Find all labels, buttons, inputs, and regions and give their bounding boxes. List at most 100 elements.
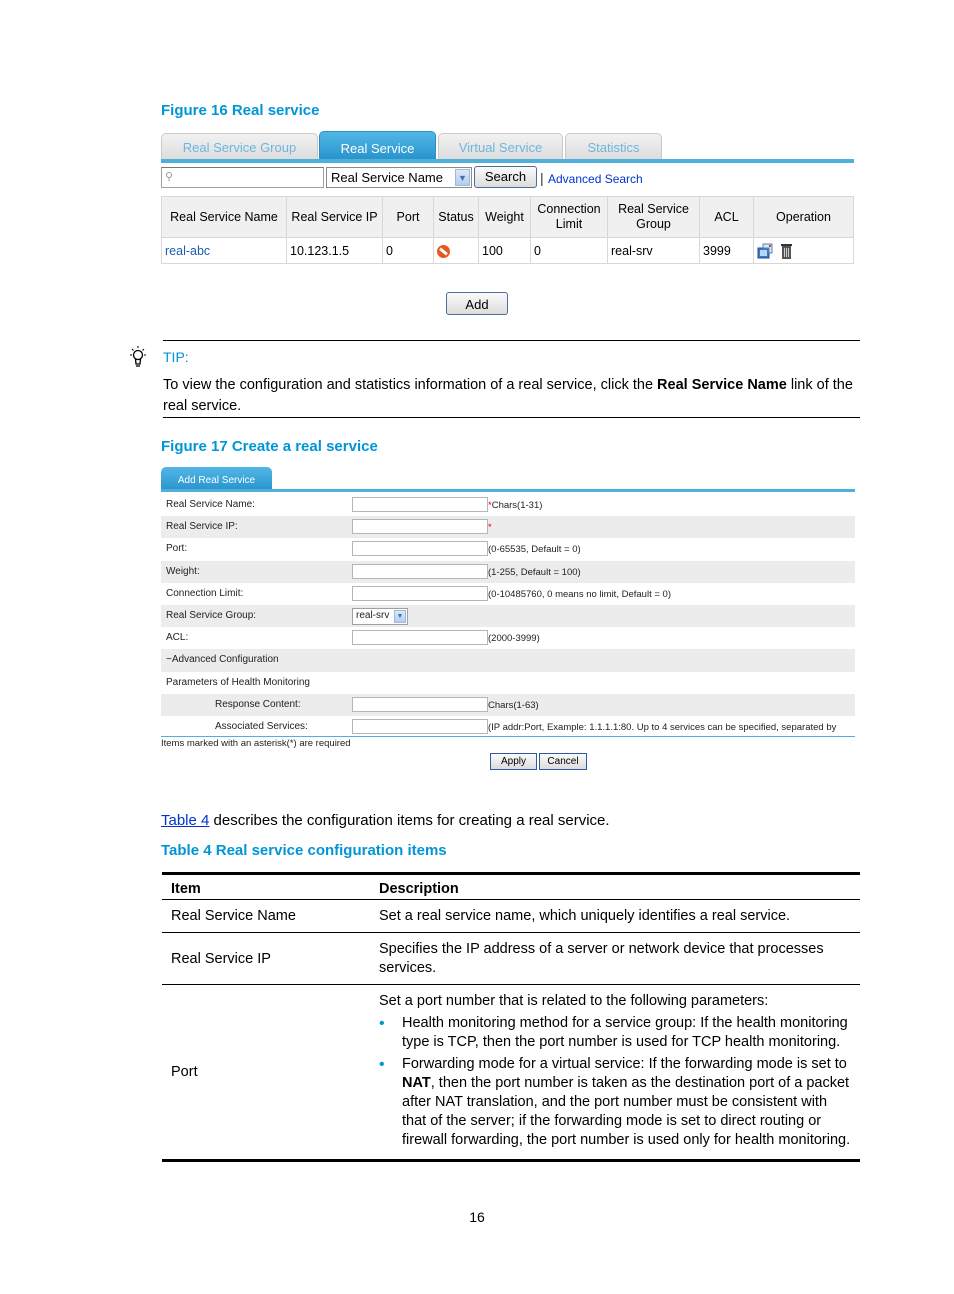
table-row: Real Service IP Specifies the IP address… xyxy=(162,932,860,985)
col-port[interactable]: Port xyxy=(382,196,434,238)
col-description: Description xyxy=(370,872,860,900)
real-service-name-link[interactable]: real-abc xyxy=(165,244,210,258)
bullet-text: , then the port number is taken as the d… xyxy=(402,1075,851,1148)
item-cell: Real Service Name xyxy=(162,899,370,933)
tab-real-service[interactable]: Real Service xyxy=(319,131,436,160)
form-footer-divider xyxy=(161,736,855,737)
cell-connection-limit: 0 xyxy=(530,237,608,264)
search-icon: ⚲ xyxy=(165,171,174,183)
real-service-name-input[interactable] xyxy=(352,497,488,512)
table4-link[interactable]: Table 4 xyxy=(161,812,209,829)
add-button[interactable]: Add xyxy=(446,292,508,315)
col-status[interactable]: Status xyxy=(433,196,479,238)
bullet-list: Health monitoring method for a service g… xyxy=(379,1014,852,1150)
tip-text: To view the configuration and statistics… xyxy=(163,375,863,417)
form-row-port: Port: (0-65535, Default = 0) xyxy=(161,538,855,560)
col-real-service-group[interactable]: Real Service Group xyxy=(607,196,700,238)
field-label: Connection Limit: xyxy=(166,587,244,599)
field-label: Response Content: xyxy=(215,698,301,710)
tab-real-service-group[interactable]: Real Service Group xyxy=(161,133,318,160)
search-input[interactable]: ⚲ xyxy=(161,167,324,188)
real-service-group-select[interactable]: real-srv ▼ xyxy=(352,607,408,625)
tab-add-real-service[interactable]: Add Real Service xyxy=(161,467,272,491)
col-connection-limit[interactable]: Connection Limit xyxy=(530,196,608,238)
intro-text: describes the configuration items for cr… xyxy=(209,812,610,829)
trash-icon[interactable] xyxy=(781,243,793,259)
tip-text-bold: Real Service Name xyxy=(657,377,787,393)
field-hint: (0-65535, Default = 0) xyxy=(488,544,581,556)
cancel-button[interactable]: Cancel xyxy=(539,753,587,770)
field-label: Port: xyxy=(166,543,188,555)
connection-limit-input[interactable] xyxy=(352,585,488,601)
search-field-select[interactable]: Real Service Name ▼ xyxy=(326,167,472,188)
tab-virtual-service[interactable]: Virtual Service xyxy=(438,133,563,160)
list-item: Health monitoring method for a service g… xyxy=(379,1014,852,1052)
associated-services-input[interactable] xyxy=(352,718,488,734)
tip-label: TIP: xyxy=(163,349,189,365)
col-real-service-name[interactable]: Real Service Name xyxy=(161,196,287,238)
item-cell: Real Service IP xyxy=(162,932,370,985)
list-item: Forwarding mode for a virtual service: I… xyxy=(379,1055,852,1150)
tab-bar-underline xyxy=(161,159,854,163)
response-content-input[interactable] xyxy=(352,696,488,712)
form-row-real-service-name: Real Service Name: *Chars(1-31) xyxy=(161,494,855,516)
table-row: Port Set a port number that is related t… xyxy=(162,984,860,1162)
port-input[interactable] xyxy=(352,541,488,557)
form-row-associated-services: Associated Services: (IP addr:Port, Exam… xyxy=(161,716,855,738)
form-row-response-content: Response Content: Chars(1-63) xyxy=(161,693,855,716)
health-monitoring-section: Parameters of Health Monitoring xyxy=(161,672,855,694)
field-hint: *Chars(1-31) xyxy=(488,500,542,511)
form-row-connection-limit: Connection Limit: (0-10485760, 0 means n… xyxy=(161,583,855,605)
bullet-text: Forwarding mode for a virtual service: I… xyxy=(402,1056,847,1072)
tip-top-rule xyxy=(163,340,860,341)
apply-button[interactable]: Apply xyxy=(490,753,537,770)
real-service-ip-input[interactable] xyxy=(352,519,488,535)
form-tab-underline xyxy=(161,489,855,492)
tab-statistics[interactable]: Statistics xyxy=(565,133,662,160)
cell-operation xyxy=(753,237,854,264)
bullet-bold: NAT xyxy=(402,1075,431,1091)
form-row-real-service-ip: Real Service IP: * xyxy=(161,516,855,539)
edit-icon[interactable] xyxy=(757,243,774,259)
table-row: Real Service Name Set a real service nam… xyxy=(162,899,860,933)
advanced-search-link[interactable]: Advanced Search xyxy=(548,172,643,186)
cell-acl: 3999 xyxy=(699,237,754,264)
tab-bar: Real Service Group Real Service Virtual … xyxy=(161,131,854,164)
table-header-row: Real Service Name Real Service IP Port S… xyxy=(161,196,854,238)
col-acl[interactable]: ACL xyxy=(699,196,754,238)
description-cell: Specifies the IP address of a server or … xyxy=(370,932,860,985)
select-value: real-srv xyxy=(356,609,390,621)
required-asterisk: * xyxy=(488,522,492,534)
field-label: Associated Services: xyxy=(215,720,308,732)
description-cell: Set a port number that is related to the… xyxy=(370,984,860,1162)
search-field-value: Real Service Name xyxy=(331,170,443,185)
weight-input[interactable] xyxy=(352,563,488,579)
cell-group: real-srv xyxy=(607,237,700,264)
section-label: Parameters of Health Monitoring xyxy=(166,676,310,688)
search-button[interactable]: Search xyxy=(474,166,537,188)
field-hint: (IP addr:Port, Example: 1.1.1.1:80. Up t… xyxy=(488,721,837,733)
table-row: real-abc 10.123.1.5 0 100 0 real-srv 399… xyxy=(161,237,854,264)
real-service-table: Real Service Name Real Service IP Port S… xyxy=(161,196,854,264)
col-weight[interactable]: Weight xyxy=(478,196,531,238)
field-hint: (2000-3999) xyxy=(488,633,540,645)
advanced-configuration-toggle[interactable]: −Advanced Configuration xyxy=(161,649,855,672)
description-cell: Set a real service name, which uniquely … xyxy=(370,899,860,933)
cell-weight: 100 xyxy=(478,237,531,264)
cell-status xyxy=(433,237,479,264)
field-hint: (1-255, Default = 100) xyxy=(488,566,581,578)
acl-input[interactable] xyxy=(352,630,488,646)
form-row-weight: Weight: (1-255, Default = 100) xyxy=(161,560,855,583)
separator: | xyxy=(540,170,544,186)
description-text: Set a port number that is related to the… xyxy=(379,993,769,1009)
field-label: ACL: xyxy=(166,632,189,644)
form-row-acl: ACL: (2000-3999) xyxy=(161,627,855,649)
search-row: ⚲ Real Service Name ▼ Search | Advanced … xyxy=(161,166,861,189)
table-4-caption: Table 4 Real service configuration items xyxy=(161,842,447,859)
field-label: Real Service Group: xyxy=(166,609,257,621)
field-hint: Chars(1-63) xyxy=(488,699,539,711)
col-real-service-ip[interactable]: Real Service IP xyxy=(286,196,383,238)
table-header-row: Item Description xyxy=(162,872,860,900)
section-label: −Advanced Configuration xyxy=(166,654,279,666)
chevron-down-icon: ▼ xyxy=(394,609,406,623)
